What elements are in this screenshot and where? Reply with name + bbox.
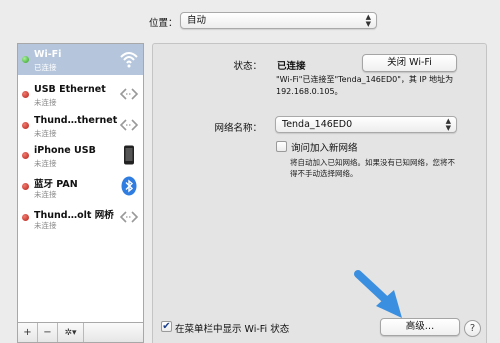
- ask-join-label[interactable]: 询问加入新网络: [291, 140, 358, 154]
- status-dot-icon: [22, 152, 29, 159]
- service-status: 未连接: [34, 221, 57, 230]
- checkmark-icon: ✔: [162, 320, 171, 332]
- service-name: Thund…thernet: [34, 115, 118, 126]
- status-dot-icon: [22, 122, 29, 129]
- service-item-iphone-usb[interactable]: iPhone USB 未连接: [18, 140, 143, 171]
- show-in-menubar-checkbox[interactable]: ✔: [161, 321, 172, 332]
- status-dot-icon: [22, 183, 29, 190]
- remove-service-button[interactable]: −: [38, 323, 58, 342]
- network-arrows-icon: [119, 211, 139, 223]
- service-name: 蓝牙 PAN: [34, 179, 78, 190]
- location-popup[interactable]: 自动 ▲ ▼: [180, 12, 377, 29]
- status-dot-icon: [22, 56, 29, 63]
- wifi-icon: [120, 52, 138, 68]
- ask-join-checkbox[interactable]: [276, 141, 287, 152]
- status-description: "Wi-Fi"已连接至"Tenda_146ED0"，其 IP 地址为 192.1…: [276, 75, 454, 96]
- ask-join-description: 将自动加入已知网络。如果没有已知网络，您将不得不手动选择网络。: [290, 158, 455, 178]
- help-button[interactable]: ?: [464, 320, 481, 337]
- service-item-usb-ethernet[interactable]: USB Ethernet 未连接: [18, 79, 143, 110]
- bluetooth-icon: [121, 176, 137, 196]
- service-name: Wi-Fi: [34, 49, 62, 60]
- status-dot-icon: [22, 91, 29, 98]
- status-value: 已连接: [277, 61, 306, 72]
- location-label: 位置：: [149, 18, 178, 29]
- iphone-icon: [124, 145, 134, 165]
- network-arrows-icon: [119, 88, 139, 100]
- service-name: Thund…olt 网桥: [34, 210, 114, 221]
- service-name: iPhone USB: [34, 145, 96, 156]
- service-status: 已连接: [34, 63, 57, 72]
- network-name-label: 网络名称：: [214, 123, 262, 134]
- network-name-value: Tenda_146ED0: [282, 119, 353, 130]
- service-list[interactable]: Wi-Fi 已连接 USB Ethernet 未连接 Thund…thernet…: [17, 43, 144, 323]
- service-status: 未连接: [34, 98, 57, 107]
- location-value: 自动: [187, 15, 207, 26]
- service-status: 未连接: [34, 159, 57, 168]
- network-arrows-icon: [119, 119, 139, 131]
- updown-arrows-icon: ▲ ▼: [445, 116, 451, 132]
- service-item-bluetooth-pan[interactable]: 蓝牙 PAN 未连接: [18, 171, 143, 202]
- status-dot-icon: [22, 214, 29, 221]
- service-status: 未连接: [34, 129, 57, 138]
- service-name: USB Ethernet: [34, 84, 106, 95]
- service-status: 未连接: [34, 190, 57, 199]
- updown-arrows-icon: ▲ ▼: [365, 12, 371, 28]
- annotation-arrow-icon: [354, 270, 402, 318]
- network-name-popup[interactable]: Tenda_146ED0 ▲ ▼: [275, 116, 457, 133]
- status-label: 状态：: [233, 61, 262, 72]
- gear-menu-button[interactable]: ✲▾: [58, 323, 84, 342]
- add-service-button[interactable]: +: [18, 323, 38, 342]
- service-item-thunderbolt-bridge[interactable]: Thund…olt 网桥 未连接: [18, 202, 143, 233]
- service-item-wifi[interactable]: Wi-Fi 已连接: [18, 44, 143, 75]
- show-in-menubar-label[interactable]: 在菜单栏中显示 Wi-Fi 状态: [175, 321, 289, 335]
- turn-off-wifi-button[interactable]: 关闭 Wi-Fi: [362, 54, 457, 72]
- service-item-thunderbolt-ethernet[interactable]: Thund…thernet 未连接: [18, 110, 143, 141]
- service-list-toolbar: + − ✲▾: [17, 323, 144, 343]
